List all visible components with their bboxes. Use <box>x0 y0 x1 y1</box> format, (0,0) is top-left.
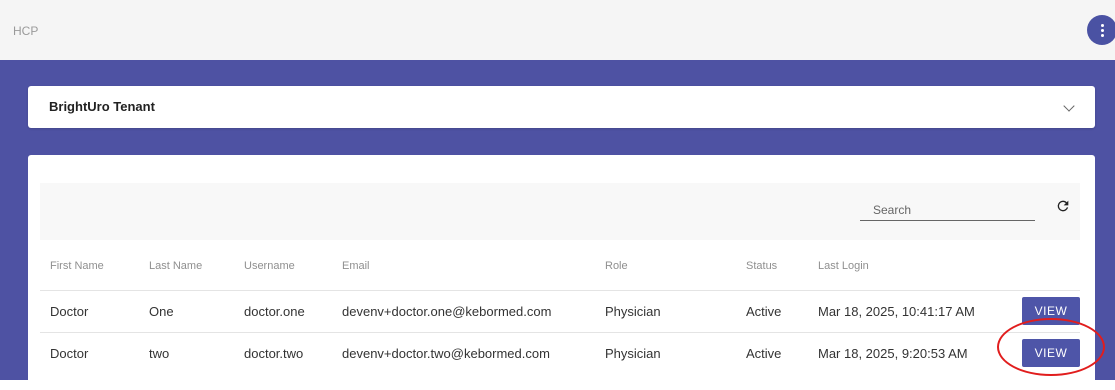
view-button[interactable]: VIEW <box>1022 297 1080 325</box>
column-header-last-name: Last Name <box>149 260 203 272</box>
cell-last-login: Mar 18, 2025, 10:41:17 AM <box>818 304 975 319</box>
column-header-status: Status <box>746 260 778 272</box>
cell-email: devenv+doctor.two@kebormed.com <box>342 346 550 361</box>
column-header-email: Email <box>342 260 370 272</box>
more-vert-icon-dot <box>1100 33 1104 37</box>
more-vert-icon <box>1100 23 1104 27</box>
cell-role: Physician <box>605 346 661 361</box>
cell-status: Active <box>746 346 782 361</box>
cell-last-name: One <box>149 304 174 319</box>
search-input[interactable] <box>860 199 1035 221</box>
cell-username: doctor.two <box>244 346 304 361</box>
tenant-name: BrightUro Tenant <box>49 99 155 114</box>
view-button[interactable]: VIEW <box>1022 339 1080 367</box>
cell-status: Active <box>746 304 782 319</box>
table-row: Doctor two doctor.two devenv+doctor.two@… <box>40 332 1080 374</box>
cell-username: doctor.one <box>244 304 305 319</box>
column-header-last-login: Last Login <box>818 260 869 272</box>
column-header-role: Role <box>605 260 628 272</box>
top-bar: HCP <box>0 0 1115 60</box>
column-header-username: Username <box>244 260 295 272</box>
cell-first-name: Doctor <box>50 304 89 319</box>
cell-role: Physician <box>605 304 661 319</box>
refresh-icon[interactable] <box>1055 198 1071 214</box>
more-menu-button[interactable] <box>1087 15 1115 45</box>
table-row: Doctor One doctor.one devenv+doctor.one@… <box>40 290 1080 332</box>
column-header-first-name: First Name <box>50 260 104 272</box>
app-title: HCP <box>13 24 39 38</box>
users-table-card: First Name Last Name Username Email Role… <box>28 155 1095 390</box>
table-toolbar <box>40 183 1080 240</box>
tenant-selector[interactable]: BrightUro Tenant <box>28 86 1095 128</box>
more-vert-icon-dot <box>1100 28 1104 32</box>
cell-last-login: Mar 18, 2025, 9:20:53 AM <box>818 346 968 361</box>
chevron-down-icon[interactable] <box>1063 100 1075 112</box>
table-header: First Name Last Name Username Email Role… <box>40 240 1080 290</box>
cell-email: devenv+doctor.one@kebormed.com <box>342 304 552 319</box>
cell-first-name: Doctor <box>50 346 89 361</box>
cell-last-name: two <box>149 346 170 361</box>
